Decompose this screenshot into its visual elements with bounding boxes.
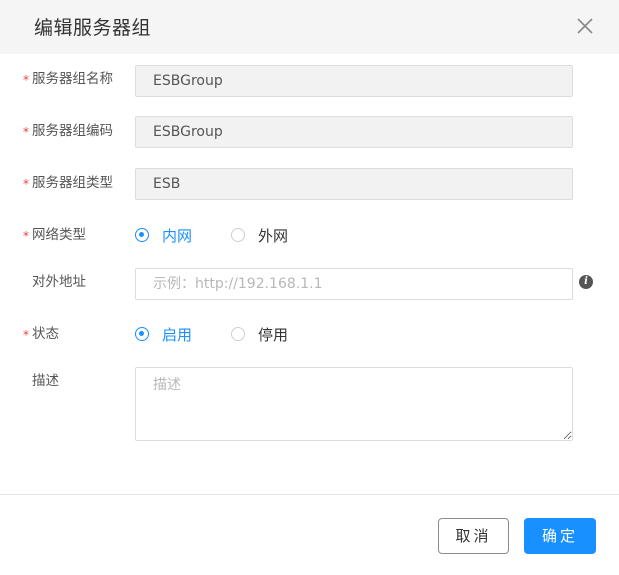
external-address-input[interactable] [135,268,573,300]
status-enabled-radio[interactable]: 启用 [135,324,192,344]
description-textarea[interactable] [135,367,573,441]
network-type-internal-radio[interactable]: 内网 [135,225,192,245]
group-name-input[interactable] [135,65,573,97]
required-mark: * [23,229,29,243]
group-name-label: * 服务器组名称 [23,70,113,88]
group-code-label: * 服务器组编码 [23,122,113,140]
description-label-text: 描述 [32,373,59,389]
group-code-input[interactable] [135,116,573,148]
group-name-label-text: 服务器组名称 [32,71,113,87]
status-disabled-radio[interactable]: 停用 [231,324,288,344]
radio-unchecked-icon [231,228,245,242]
network-type-label-text: 网络类型 [32,227,86,243]
external-address-label: 对外地址 [32,273,86,291]
description-label: 描述 [32,372,59,390]
group-code-label-text: 服务器组编码 [32,123,113,139]
required-mark: * [23,177,29,191]
required-mark: * [23,328,29,342]
ok-button[interactable]: 确定 [524,518,596,554]
status-label-text: 状态 [32,326,59,342]
dialog-header: 编辑服务器组 [0,0,619,54]
status-label: * 状态 [23,325,59,343]
network-type-label: * 网络类型 [23,226,86,244]
network-type-internal-label: 内网 [162,226,193,245]
network-type-external-label: 外网 [258,226,289,245]
footer-divider [0,494,619,495]
radio-checked-icon [135,228,149,242]
dialog-title: 编辑服务器组 [34,17,152,39]
radio-checked-icon [135,327,149,341]
external-address-label-text: 对外地址 [32,274,86,290]
radio-unchecked-icon [231,327,245,341]
cancel-button[interactable]: 取消 [438,518,509,554]
status-enabled-label: 启用 [162,325,193,344]
required-mark: * [23,73,29,87]
close-icon[interactable] [575,16,595,36]
edit-server-group-dialog: 编辑服务器组 * 服务器组名称 * 服务器组编码 * 服务器组类型 * 网络类型… [0,0,619,575]
required-mark: * [23,125,29,139]
group-type-input[interactable] [135,168,573,200]
network-type-external-radio[interactable]: 外网 [231,225,288,245]
group-type-label-text: 服务器组类型 [32,175,113,191]
status-disabled-label: 停用 [258,325,289,344]
group-type-label: * 服务器组类型 [23,174,113,192]
info-icon[interactable]: i [579,275,593,289]
